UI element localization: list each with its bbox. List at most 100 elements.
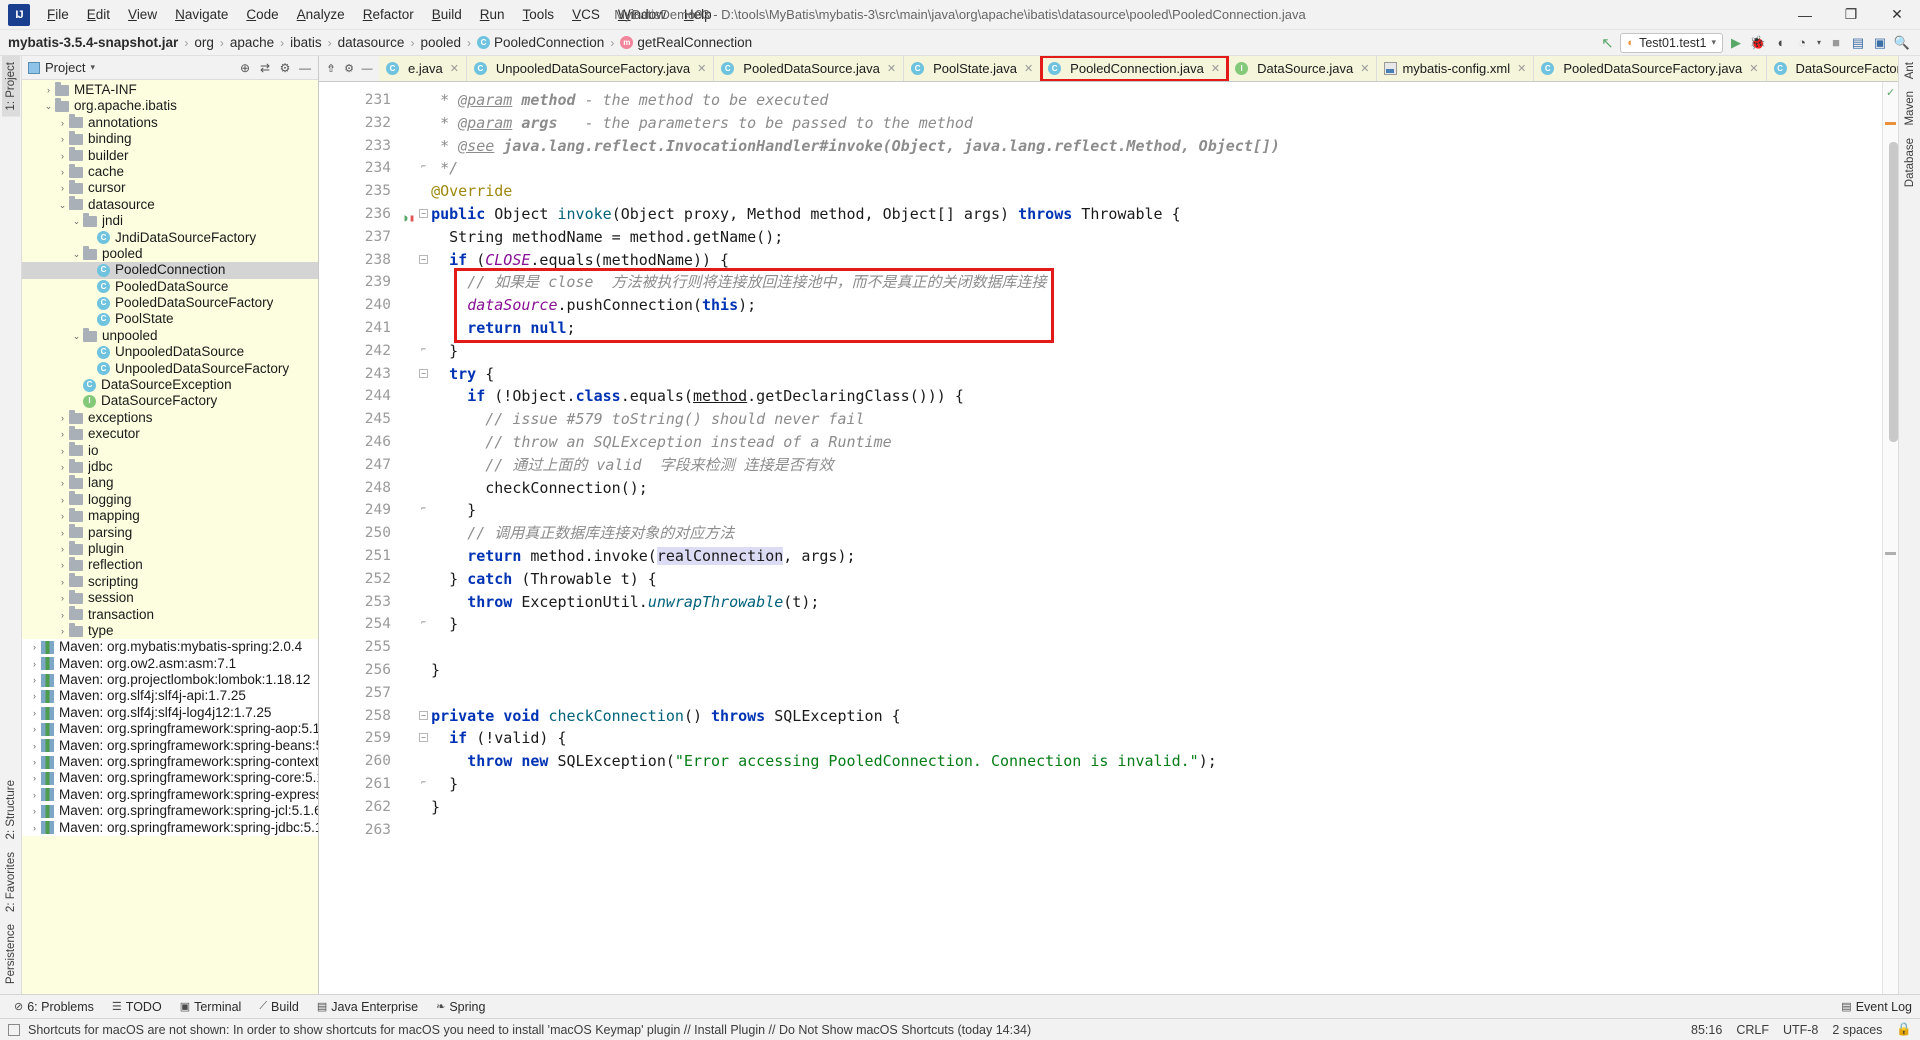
chevron-down-icon[interactable]: ⌄ — [70, 246, 83, 262]
tree-item-session[interactable]: ›session — [22, 590, 318, 606]
breadcrumb-item-mybatis-3-5-4-snapshot-jar[interactable]: mybatis-3.5.4-snapshot.jar — [8, 35, 178, 50]
tree-item-datasourcefactory[interactable]: IDataSourceFactory — [22, 393, 318, 409]
collapse-all-icon[interactable]: ⇄ — [256, 59, 274, 77]
editor-tab-e-java[interactable]: Ce.java✕ — [379, 56, 467, 81]
editor-gutter[interactable]: 231232233234⌐235236◗▮−237238−23924024124… — [319, 82, 397, 994]
gutter-line-number[interactable]: 233 — [319, 135, 397, 158]
caret-position[interactable]: 85:16 — [1691, 1023, 1722, 1037]
bottom-tab-java-enterprise[interactable]: ▤Java Enterprise — [309, 998, 426, 1016]
chevron-right-icon[interactable]: › — [28, 820, 41, 836]
chevron-right-icon[interactable]: › — [56, 180, 69, 196]
chevron-right-icon[interactable]: › — [56, 410, 69, 426]
gutter-line-number[interactable]: 262 — [319, 796, 397, 819]
menu-analyze[interactable]: Analyze — [288, 3, 354, 27]
menu-help[interactable]: Help — [675, 3, 721, 27]
breadcrumb-item-datasource[interactable]: datasource — [338, 35, 405, 50]
tree-item-jndi[interactable]: ⌄jndi — [22, 213, 318, 229]
tree-item-cache[interactable]: ›cache — [22, 164, 318, 180]
close-icon[interactable]: ✕ — [450, 62, 459, 75]
editor-tab-pooleddatasourcefactory-java[interactable]: CPooledDataSourceFactory.java✕ — [1534, 56, 1766, 81]
editor-tab-poolstate-java[interactable]: CPoolState.java✕ — [904, 56, 1041, 81]
gutter-line-number[interactable]: 250 — [319, 522, 397, 545]
chevron-right-icon[interactable]: › — [56, 131, 69, 147]
chevron-right-icon[interactable]: › — [28, 721, 41, 737]
tool-window-maven[interactable]: Maven — [1901, 85, 1919, 132]
tree-item-scripting[interactable]: ›scripting — [22, 574, 318, 590]
gutter-line-number[interactable]: 235 — [319, 180, 397, 203]
breadcrumb-item-getrealconnection[interactable]: mgetRealConnection — [620, 35, 752, 50]
gutter-line-number[interactable]: 231 — [319, 89, 397, 112]
lock-icon[interactable]: 🔒 — [1896, 1022, 1912, 1037]
chevron-right-icon[interactable]: › — [56, 475, 69, 491]
terminal-button[interactable]: ▣ — [1870, 33, 1890, 53]
tree-item-unpooleddatasource[interactable]: CUnpooledDataSource — [22, 344, 318, 360]
stripe-warning-mark[interactable] — [1885, 122, 1896, 125]
maximize-button[interactable]: ❐ — [1828, 0, 1874, 30]
close-icon[interactable]: ✕ — [1749, 62, 1758, 75]
gutter-line-number[interactable]: 243− — [319, 363, 397, 386]
bottom-tab-6--problems[interactable]: ⊘6: Problems — [6, 998, 102, 1016]
chevron-right-icon[interactable]: › — [28, 705, 41, 721]
chevron-right-icon[interactable]: › — [28, 787, 41, 803]
chevron-right-icon[interactable]: › — [28, 770, 41, 786]
chevron-right-icon[interactable]: › — [56, 443, 69, 459]
tree-item-type[interactable]: ›type — [22, 623, 318, 639]
chevron-right-icon[interactable]: › — [56, 590, 69, 606]
tree-item-mapping[interactable]: ›mapping — [22, 508, 318, 524]
chevron-right-icon[interactable]: › — [56, 623, 69, 639]
close-icon[interactable]: ✕ — [1211, 62, 1220, 75]
gutter-line-number[interactable]: 251 — [319, 545, 397, 568]
menu-tools[interactable]: Tools — [514, 3, 564, 27]
chevron-right-icon[interactable]: › — [28, 656, 41, 672]
gutter-line-number[interactable]: 242⌐ — [319, 340, 397, 363]
menu-navigate[interactable]: Navigate — [166, 3, 237, 27]
gutter-line-number[interactable]: 253 — [319, 591, 397, 614]
stop-button[interactable]: ■ — [1826, 33, 1846, 53]
editor-scrollbar-thumb[interactable] — [1889, 142, 1898, 442]
line-separator[interactable]: CRLF — [1736, 1023, 1769, 1037]
project-tree[interactable]: ›META-INF⌄org.apache.ibatis›annotations›… — [22, 80, 318, 994]
tree-item-executor[interactable]: ›executor — [22, 426, 318, 442]
tree-item-unpooled[interactable]: ⌄unpooled — [22, 328, 318, 344]
chevron-right-icon[interactable]: › — [28, 688, 41, 704]
close-icon[interactable]: ✕ — [1517, 62, 1526, 75]
close-icon[interactable]: ✕ — [1024, 62, 1033, 75]
gutter-line-number[interactable]: 256 — [319, 659, 397, 682]
tree-item-pooleddatasourcefactory[interactable]: CPooledDataSourceFactory — [22, 295, 318, 311]
chevron-right-icon[interactable]: › — [56, 525, 69, 541]
tree-item-pooledconnection[interactable]: CPooledConnection — [22, 262, 318, 278]
chevron-right-icon[interactable]: › — [28, 803, 41, 819]
tool-window-favorites[interactable]: 2: Favorites — [2, 846, 20, 918]
tree-item-org-apache-ibatis[interactable]: ⌄org.apache.ibatis — [22, 98, 318, 114]
tree-item-binding[interactable]: ›binding — [22, 131, 318, 147]
gutter-line-number[interactable]: 245 — [319, 408, 397, 431]
chevron-down-icon[interactable]: ⌄ — [42, 98, 55, 114]
tool-window-ant[interactable]: Ant — [1901, 56, 1919, 85]
gutter-line-number[interactable]: 254⌐ — [319, 613, 397, 636]
chevron-right-icon[interactable]: › — [56, 148, 69, 164]
tree-item-transaction[interactable]: ›transaction — [22, 607, 318, 623]
notification-icon[interactable] — [8, 1024, 20, 1036]
tree-item-exceptions[interactable]: ›exceptions — [22, 410, 318, 426]
error-stripe[interactable]: ✓ — [1882, 82, 1898, 994]
run-configuration-selector[interactable]: ◐ Test01.test1 ▾ — [1620, 33, 1723, 53]
editor-tab-pooleddatasource-java[interactable]: CPooledDataSource.java✕ — [714, 56, 904, 81]
gutter-line-number[interactable]: 257 — [319, 682, 397, 705]
tree-item-maven--org-springframework-spring-contex[interactable]: ›Maven: org.springframework:spring-conte… — [22, 754, 318, 770]
attach-debugger-button[interactable]: ▤ — [1848, 33, 1868, 53]
gutter-line-number[interactable]: 237 — [319, 226, 397, 249]
gutter-line-number[interactable]: 232 — [319, 112, 397, 135]
editor-tab-mybatis-config-xml[interactable]: mybatis-config.xml✕ — [1377, 56, 1534, 81]
chevron-right-icon[interactable]: › — [56, 459, 69, 475]
tool-window-persistence[interactable]: Persistence — [2, 918, 20, 990]
tree-item-logging[interactable]: ›logging — [22, 492, 318, 508]
stripe-info-mark[interactable] — [1885, 552, 1896, 555]
chevron-down-icon[interactable]: ▾ — [1814, 33, 1824, 53]
chevron-right-icon[interactable]: › — [28, 738, 41, 754]
bottom-tab-spring[interactable]: ❧Spring — [428, 998, 493, 1016]
chevron-right-icon[interactable]: › — [56, 574, 69, 590]
gutter-line-number[interactable]: 259− — [319, 727, 397, 750]
tree-item-maven--org-springframework-spring-core-5[interactable]: ›Maven: org.springframework:spring-core:… — [22, 770, 318, 786]
tree-item-jdbc[interactable]: ›jdbc — [22, 459, 318, 475]
tree-item-cursor[interactable]: ›cursor — [22, 180, 318, 196]
